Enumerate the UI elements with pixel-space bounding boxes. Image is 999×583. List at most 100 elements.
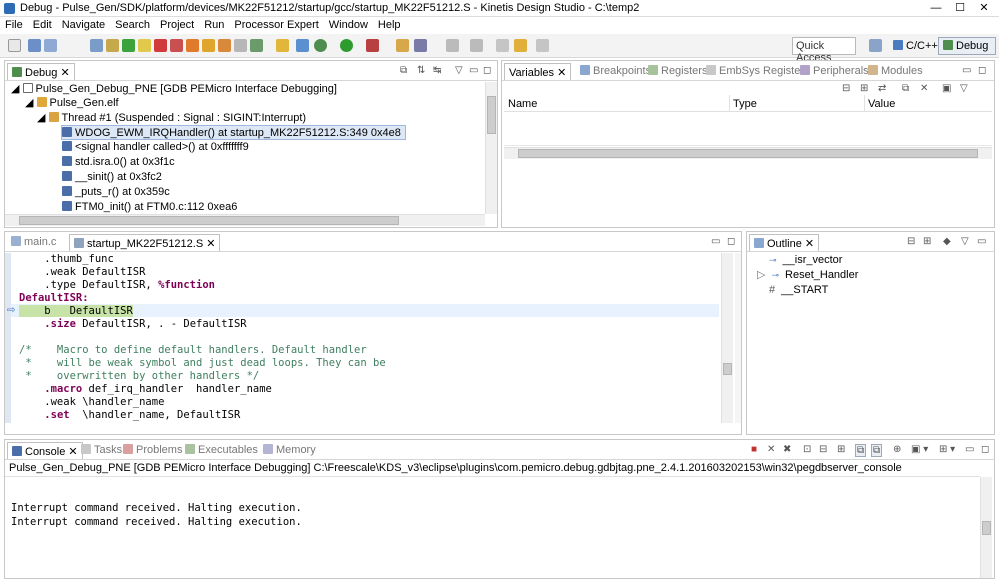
clear-console-icon[interactable]: ⊡ [803, 444, 811, 455]
resume-icon[interactable] [122, 39, 135, 52]
menu-help[interactable]: Help [373, 17, 406, 33]
stack-frame-selected[interactable]: WDOG_EWM_IRQHandler() at startup_MK22F51… [61, 125, 406, 140]
view-menu-icon[interactable]: ▽ [455, 65, 463, 76]
back-arrow-icon[interactable] [514, 39, 527, 52]
tab-variables[interactable]: Variables ✕ [504, 63, 572, 80]
disconnect-icon[interactable] [170, 39, 183, 52]
instruction-step-icon[interactable] [234, 39, 247, 52]
tab-executables[interactable]: Executables [181, 442, 262, 459]
tab-modules[interactable]: Modules [864, 63, 927, 80]
code-line[interactable]: .set \handler_name, DefaultISR [19, 409, 240, 422]
tab-console[interactable]: Console ✕ [7, 442, 83, 459]
remove-launch-icon[interactable]: ✕ [767, 444, 775, 455]
view-menu-icon[interactable]: ▽ [961, 236, 969, 247]
menu-processor-expert[interactable]: Processor Expert [229, 17, 323, 33]
minimize-view-icon[interactable]: ▭ [965, 444, 974, 455]
tab-startup-s[interactable]: startup_MK22F51212.S ✕ [69, 234, 221, 251]
suspend-icon[interactable] [138, 39, 151, 52]
perspective-cpp-button[interactable]: C/C++ [888, 37, 943, 55]
annotation-next-icon[interactable] [470, 39, 483, 52]
refresh-icon[interactable] [296, 39, 309, 52]
code-line[interactable]: .type DefaultISR, %function [19, 279, 215, 292]
code-line[interactable]: .weak \handler_name [19, 396, 164, 409]
show-on-error-icon[interactable]: ⧉ [871, 444, 883, 457]
code-line[interactable]: /* Macro to define default handlers. Def… [19, 344, 367, 357]
step-mode-icon[interactable]: ↹ [433, 65, 441, 76]
back-icon[interactable] [496, 39, 509, 52]
hammer-icon[interactable] [276, 39, 289, 52]
step-return-icon[interactable] [218, 39, 231, 52]
stack-frame[interactable]: std.isra.0() at 0x3f1c [62, 155, 175, 170]
tab-main-c[interactable]: main.c [7, 234, 60, 251]
code-line[interactable]: .macro def_irq_handler handler_name [19, 383, 272, 396]
code-line[interactable]: * will be weak symbol and just dead loop… [19, 357, 385, 370]
save-icon[interactable] [28, 39, 41, 52]
scroll-lock-icon[interactable]: ⊟ [819, 444, 827, 455]
quick-access-input[interactable]: Quick Access [792, 37, 856, 64]
show-logical-structure-icon[interactable]: ⇄ [878, 83, 886, 94]
expand-icon[interactable]: ▷ [757, 269, 765, 281]
collapse-all-icon[interactable]: ⊟ [842, 83, 850, 94]
close-button[interactable]: ✕ [972, 1, 996, 16]
scrollbar-thumb[interactable] [487, 96, 496, 134]
step-into-icon[interactable] [186, 39, 199, 52]
menu-window[interactable]: Window [324, 17, 373, 33]
hide-fields-icon[interactable]: ◆ [943, 236, 951, 247]
thread-node[interactable]: ◢ Thread #1 (Suspended : Signal : SIGINT… [37, 111, 306, 126]
outline-item[interactable]: ▷ ⊸ Reset_Handler [757, 268, 858, 283]
debug-bug-icon[interactable] [314, 39, 327, 52]
run-icon[interactable] [340, 39, 353, 52]
stack-frame[interactable]: <signal handler called>() at 0xfffffff9 [62, 140, 249, 155]
annotation-prev-icon[interactable] [446, 39, 459, 52]
editor-vertical-scrollbar[interactable] [721, 253, 733, 423]
console-vertical-scrollbar[interactable] [980, 477, 992, 578]
column-name[interactable]: Name [508, 98, 537, 110]
scrollbar-thumb[interactable] [19, 216, 399, 225]
code-line[interactable]: * overwritten by other handlers */ [19, 370, 259, 383]
sort-icon[interactable]: ⊟ [907, 236, 915, 247]
code-line[interactable]: .weak DefaultISR [19, 266, 145, 279]
search-tool-icon[interactable] [414, 39, 427, 52]
outline-item[interactable]: ⊸ __isr_vector [769, 253, 842, 268]
menu-run[interactable]: Run [199, 17, 229, 33]
open-perspective-icon[interactable] [869, 39, 882, 52]
view-menu-icon[interactable]: ▽ [960, 83, 968, 94]
elf-node[interactable]: ◢ Pulse_Gen.elf [25, 96, 119, 111]
remove-all-icon[interactable]: ✖ [783, 444, 791, 455]
scrollbar-thumb[interactable] [723, 363, 732, 375]
terminate-icon[interactable] [154, 39, 167, 52]
step-over-icon[interactable] [202, 39, 215, 52]
select-all-icon[interactable]: ▣ [942, 83, 951, 94]
tab-debug[interactable]: Debug ✕ [7, 63, 75, 80]
stack-frame[interactable]: _puts_r() at 0x359c [62, 185, 170, 200]
save-all-icon[interactable] [44, 39, 57, 52]
variables-horizontal-scrollbar[interactable] [504, 147, 992, 159]
minimize-view-icon[interactable]: ▭ [962, 65, 971, 76]
stack-frame[interactable]: FTM0_init() at FTM0.c:112 0xea6 [62, 200, 237, 215]
open-console-icon[interactable]: ⊞ ▾ [939, 444, 955, 455]
menu-file[interactable]: File [0, 17, 28, 33]
terminate-console-icon[interactable]: ■ [751, 444, 757, 455]
stack-frame[interactable]: __sinit() at 0x3fc2 [62, 170, 162, 185]
maximize-button[interactable]: ☐ [948, 1, 972, 16]
tab-peripherals[interactable]: Peripherals [796, 63, 873, 80]
tab-memory[interactable]: Memory [259, 442, 320, 459]
column-value[interactable]: Value [868, 98, 895, 110]
code-line[interactable]: DefaultISR: [19, 292, 89, 305]
debug-horizontal-scrollbar[interactable] [5, 214, 485, 226]
minimize-button[interactable]: — [924, 1, 948, 16]
minimize-view-icon[interactable]: ▭ [711, 236, 720, 247]
maximize-view-icon[interactable]: ◻ [483, 65, 491, 76]
code-line-current[interactable]: b DefaultISR [19, 305, 133, 318]
build-icon[interactable] [90, 39, 103, 52]
remove-global-icon[interactable]: ✕ [920, 83, 928, 94]
minimize-view-icon[interactable]: ▭ [469, 65, 478, 76]
perspective-debug-button[interactable]: Debug [938, 37, 996, 55]
restart-icon[interactable] [250, 39, 263, 52]
column-type[interactable]: Type [733, 98, 757, 110]
resume-skip-icon[interactable] [106, 39, 119, 52]
open-folder-icon[interactable] [396, 39, 409, 52]
show-debug-icon[interactable]: ⇅ [417, 65, 425, 76]
menu-navigate[interactable]: Navigate [57, 17, 110, 33]
scrollbar-thumb[interactable] [982, 521, 991, 535]
